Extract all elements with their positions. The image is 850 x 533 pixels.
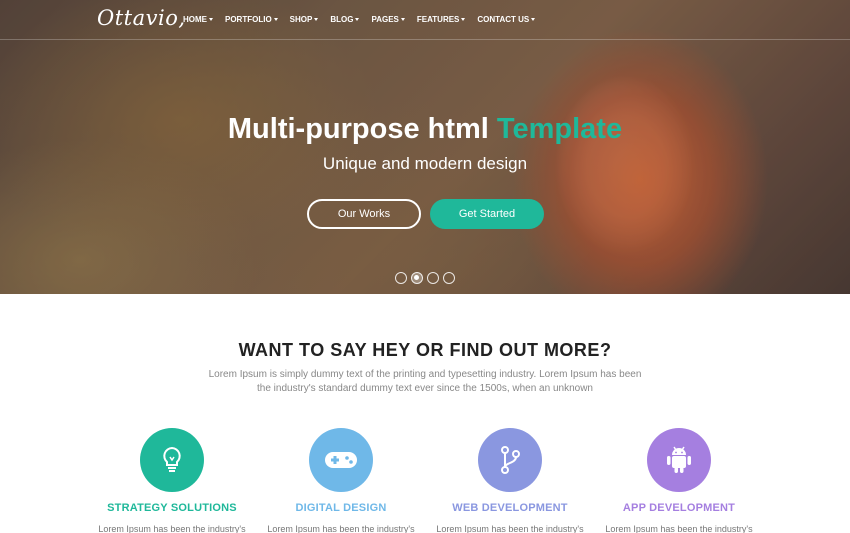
hero-title-main: Multi-purpose html — [227, 113, 497, 145]
hero-slider: Ottavio, HOME PORTFOLIO SHOP BLOG PAGES … — [0, 0, 850, 294]
slider-dot-2-active[interactable] — [411, 272, 423, 284]
caret-down-icon — [400, 18, 405, 21]
navbar: Ottavio, HOME PORTFOLIO SHOP BLOG PAGES … — [0, 0, 850, 40]
feature-title: STRATEGY SOLUTIONS — [107, 502, 237, 514]
feature-text: Lorem Ipsum has been the industry's — [267, 524, 415, 533]
hero-title: Multi-purpose html Template — [0, 113, 850, 146]
caret-down-icon — [461, 18, 466, 21]
nav-label: PORTFOLIO — [225, 15, 272, 24]
feature-text: Lorem Ipsum has been the industry's — [436, 524, 584, 533]
feature-text: Lorem Ipsum has been the industry's — [605, 524, 753, 533]
feature-title: APP DEVELOPMENT — [622, 502, 736, 514]
caret-down-icon — [314, 18, 319, 21]
logo[interactable]: Ottavio, — [97, 6, 186, 30]
slider-pagination — [395, 272, 455, 284]
nav-label: BLOG — [330, 15, 354, 24]
slider-dot-1[interactable] — [395, 272, 407, 284]
git-branch-icon — [478, 428, 542, 492]
gamepad-icon — [309, 428, 373, 492]
caret-down-icon — [531, 18, 536, 21]
feature-text: Lorem Ipsum has been the industry's — [98, 524, 246, 533]
nav-item-home[interactable]: HOME — [183, 15, 213, 24]
caret-down-icon — [355, 18, 360, 21]
nav-label: SHOP — [289, 15, 313, 24]
hero-overlay — [0, 0, 850, 294]
caret-down-icon — [209, 18, 213, 21]
section-description: Lorem Ipsum is simply dummy text of the … — [208, 369, 642, 394]
nav-item-features[interactable]: FEATURES — [417, 15, 466, 24]
nav-item-pages[interactable]: PAGES — [371, 15, 405, 24]
nav-item-contact-us[interactable]: CONTACT US — [477, 15, 536, 24]
slider-dot-3[interactable] — [427, 272, 439, 284]
feature-app-development: APP DEVELOPMENT Lorem Ipsum has been the… — [594, 428, 764, 533]
get-started-button[interactable]: Get Started — [430, 199, 544, 229]
our-works-button[interactable]: Our Works — [307, 199, 421, 229]
nav-label: HOME — [183, 15, 207, 24]
nav-label: FEATURES — [416, 15, 460, 24]
lightbulb-icon — [140, 428, 204, 492]
slider-dot-4[interactable] — [443, 272, 455, 284]
hero-subtitle: Unique and modern design — [322, 154, 528, 173]
android-icon — [647, 428, 711, 492]
nav-item-portfolio[interactable]: PORTFOLIO — [225, 15, 278, 24]
nav-item-blog[interactable]: BLOG — [330, 15, 360, 24]
feature-web-development: WEB DEVELOPMENT Lorem Ipsum has been the… — [425, 428, 595, 533]
feature-title: DIGITAL DESIGN — [295, 502, 387, 514]
nav-menu: HOME PORTFOLIO SHOP BLOG PAGES FEATURES … — [183, 15, 536, 24]
feature-strategy-solutions: STRATEGY SOLUTIONS Lorem Ipsum has been … — [87, 428, 257, 533]
feature-digital-design: DIGITAL DESIGN Lorem Ipsum has been the … — [256, 428, 426, 533]
hero-title-accent: Template — [496, 113, 623, 145]
nav-label: CONTACT US — [477, 15, 530, 24]
section-title: WANT TO SAY HEY OR FIND OUT MORE? — [238, 340, 612, 360]
nav-label: PAGES — [371, 15, 399, 24]
nav-item-shop[interactable]: SHOP — [290, 15, 319, 24]
caret-down-icon — [273, 18, 278, 21]
feature-title: WEB DEVELOPMENT — [452, 502, 568, 514]
